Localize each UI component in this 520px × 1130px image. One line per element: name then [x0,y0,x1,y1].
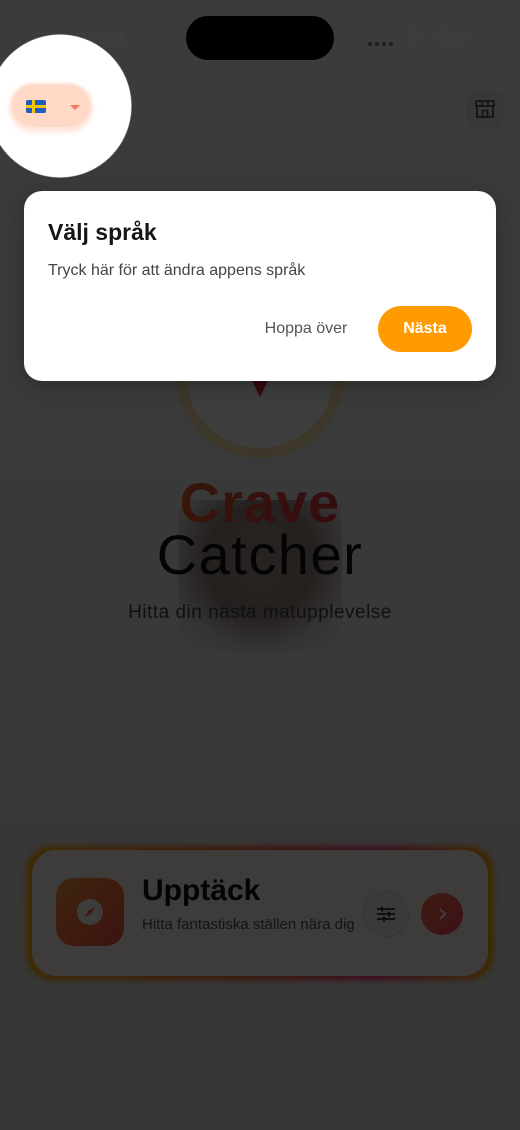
dynamic-island [186,16,334,60]
discover-card[interactable]: Upptäck Hitta fantastiska ställen nära d… [32,850,488,976]
brand-title-catcher: Catcher [156,523,364,586]
chevron-right-icon [439,908,447,920]
tooltip-title: Välj språk [48,219,157,245]
discover-subtitle: Hitta fantastiska ställen nära dig [142,916,355,933]
wifi-icon [403,29,427,46]
coach-mark-tooltip: Välj språk Tryck här för att ändra appen… [24,191,496,381]
discover-title: Upptäck [142,874,261,907]
cellular-signal-icon [368,36,396,46]
battery-icon [436,28,471,45]
sweden-flag-icon [26,100,46,113]
next-button[interactable]: Nästa [378,306,472,352]
skip-button[interactable]: Hoppa över [250,315,362,343]
compass-icon [77,899,103,925]
tagline: Hitta din nästa matupplevelse [128,602,392,623]
discover-icon-tile [56,878,124,946]
tooltip-body: Tryck här för att ändra appens språk [48,262,306,279]
discover-go-button[interactable] [421,893,463,935]
caret-down-icon [70,105,80,110]
store-button[interactable] [466,90,504,128]
language-selector[interactable] [10,83,92,129]
filter-button[interactable] [363,891,409,937]
store-icon [475,100,495,118]
sliders-icon [377,906,395,922]
